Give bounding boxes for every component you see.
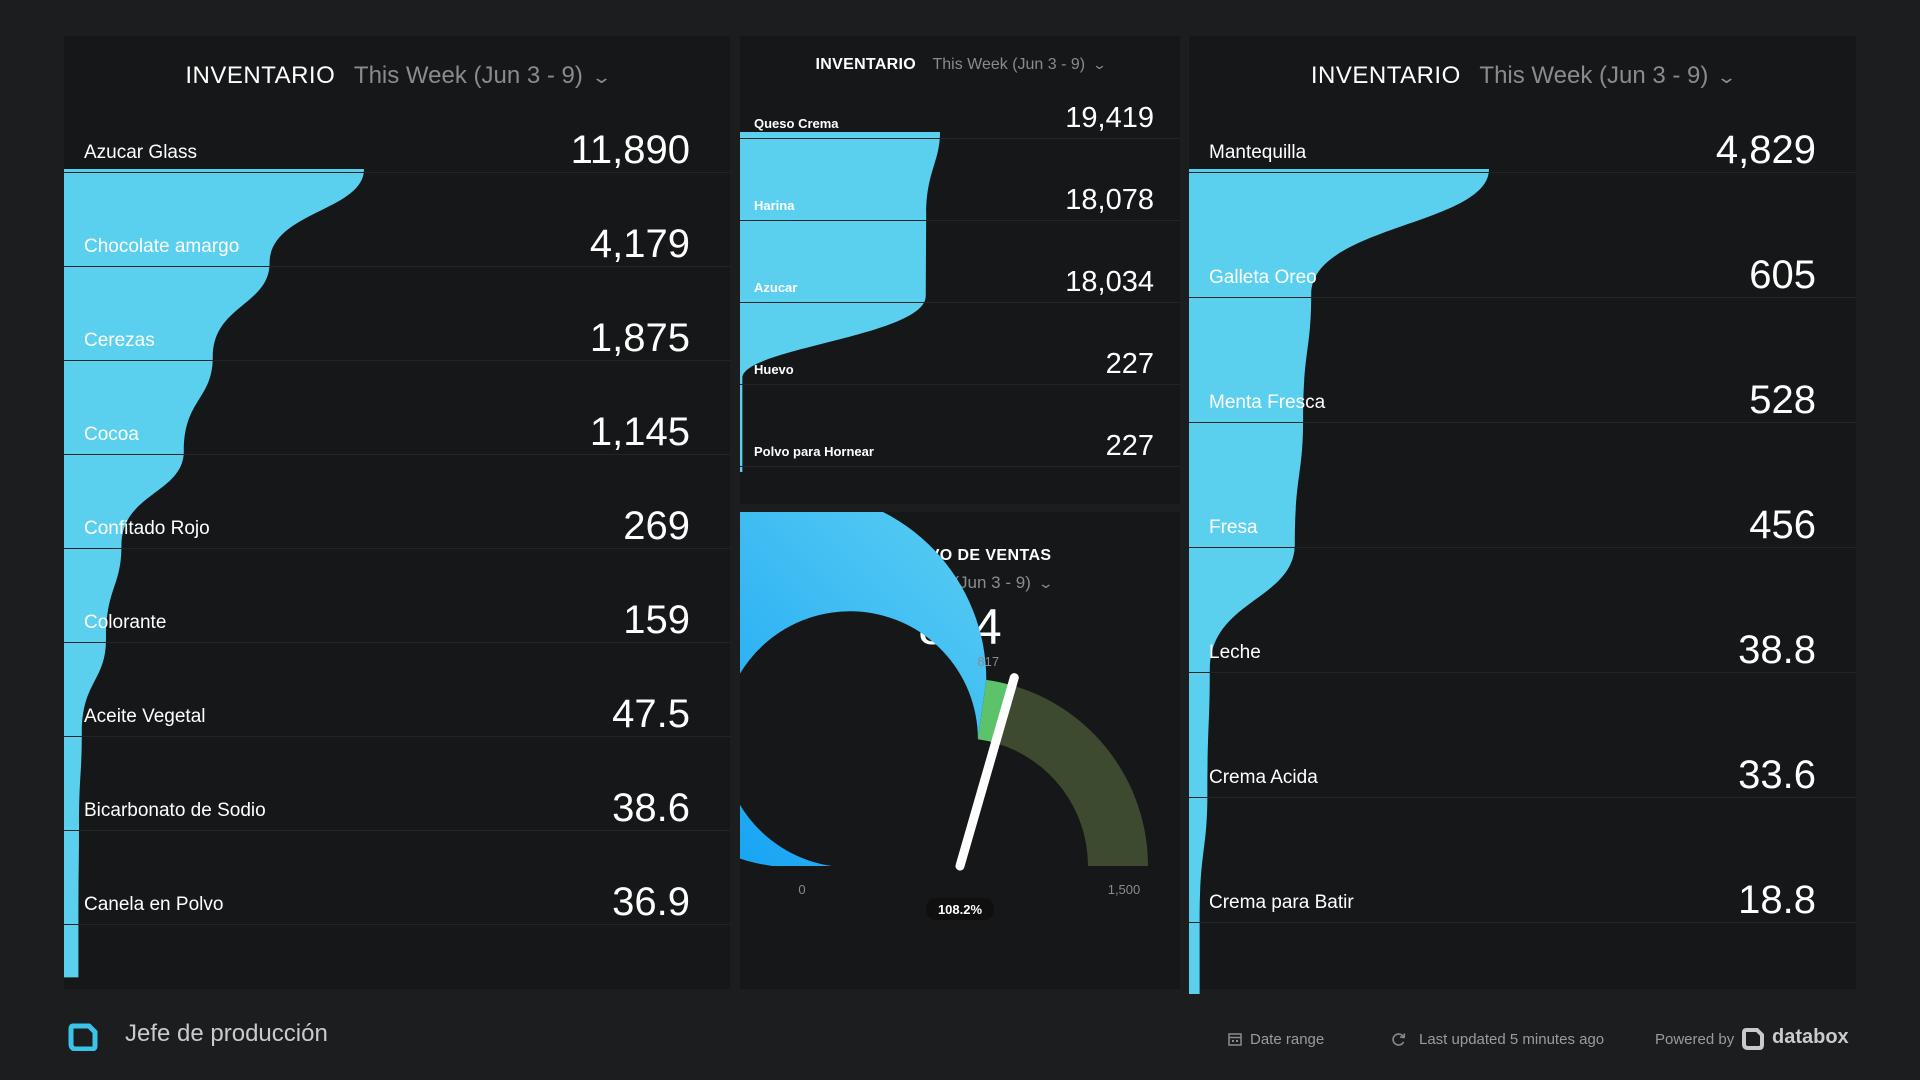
row-divider [1189,172,1856,173]
funnel-row-value: 4,829 [1715,128,1816,172]
funnel-row-value: 605 [1749,253,1816,297]
funnel-row-label: Harina [754,198,795,213]
row-divider [64,548,730,549]
chevron-down-icon: ⌄ [1091,57,1107,72]
funnel-row-label: Cocoa [84,424,139,445]
funnel-row-label: Galleta Oreo [1209,267,1317,288]
funnel-row-label: Aceite Vegetal [84,706,206,727]
row-divider [64,830,730,831]
funnel-row-value: 11,890 [570,128,690,172]
row-divider [64,642,730,643]
calendar-icon [1228,1033,1242,1046]
row-divider [740,138,1180,139]
funnel-row-value: 456 [1749,503,1816,547]
row-divider [740,384,1180,385]
funnel-row-value: 227 [1105,430,1154,462]
dashboard-name: Jefe de producción [125,1020,328,1047]
panel-header: INVENTARIO This Week (Jun 3 - 9) ⌄ [740,56,1180,74]
funnel-row-value: 4,179 [589,222,690,266]
row-divider [1189,797,1856,798]
funnel-row-value: 18.8 [1738,878,1816,922]
gauge-percent-label: 108.2% [938,902,983,917]
funnel-row-value: 19,419 [1065,102,1154,134]
row-divider [1189,547,1856,548]
funnel-row-label: Menta Fresca [1209,392,1326,413]
row-divider [64,924,730,925]
funnel-row-value: 1,145 [589,410,690,454]
date-range-selector[interactable]: This Week (Jun 3 - 9) ⌄ [932,56,1107,73]
date-range-label: This Week (Jun 3 - 9) [1479,62,1709,89]
inventory-panel-left: INVENTARIO This Week (Jun 3 - 9) ⌄ Azuca… [64,36,730,989]
funnel-row-label: Confitado Rojo [84,518,210,539]
panel-title: INVENTARIO [815,56,917,73]
panel-header: INVENTARIO This Week (Jun 3 - 9) ⌄ [1189,62,1856,90]
gauge-arc-remaining [995,685,1148,866]
funnel-row-value: 47.5 [612,692,690,736]
funnel-row-value: 18,034 [1065,266,1154,298]
databox-logo-icon [68,1023,98,1051]
date-range-selector[interactable]: This Week (Jun 3 - 9) ⌄ [353,62,612,89]
funnel-row-label: Huevo [754,362,794,377]
panel-title: INVENTARIO [1310,62,1461,89]
row-divider [740,220,1180,221]
funnel-row-value: 159 [623,598,690,642]
funnel-row-value: 1,875 [589,316,690,360]
funnel-row-label: Fresa [1209,517,1258,538]
row-divider [64,172,730,173]
funnel-row-value: 227 [1105,348,1154,380]
funnel-row-label: Queso Crema [754,116,839,131]
gauge-max-label: 1,500 [1108,882,1141,897]
date-range-text: Date range [1250,1031,1325,1048]
databox-brand-icon [1742,1028,1764,1050]
funnel-row-label: Cerezas [84,330,155,351]
row-divider [64,736,730,737]
funnel-row-value: 38.6 [612,786,690,830]
gauge-min-label: 0 [798,882,805,897]
funnel-row-label: Canela en Polvo [84,894,224,915]
panel-header: INVENTARIO This Week (Jun 3 - 9) ⌄ [64,62,730,90]
row-divider [740,302,1180,303]
row-divider [1189,922,1856,923]
date-range-label: This Week (Jun 3 - 9) [932,56,1086,73]
date-range-selector[interactable]: This Week (Jun 3 - 9) ⌄ [1479,62,1738,89]
row-divider [740,466,1180,467]
funnel-row-value: 18,078 [1065,184,1154,216]
row-divider [1189,422,1856,423]
funnel-row-label: Azucar Glass [84,142,197,163]
sales-goal-panel: OBJETIVO DE VENTAS This Week (Jun 3 - 9)… [740,512,1180,989]
chevron-down-icon: ⌄ [590,67,612,87]
chevron-down-icon: ⌄ [1716,67,1738,87]
funnel-row-value: 36.9 [612,880,690,924]
refresh-icon [1392,1033,1406,1046]
panel-title: INVENTARIO [185,62,336,89]
gauge-target-label: 817 [977,654,999,669]
powered-by-text: Powered by [1655,1031,1735,1048]
inventory-panel-middle: INVENTARIO This Week (Jun 3 - 9) ⌄ Queso… [740,36,1180,504]
inventory-panel-right: INVENTARIO This Week (Jun 3 - 9) ⌄ Mante… [1189,36,1856,994]
funnel-row-value: 33.6 [1738,753,1816,797]
funnel-row-value: 528 [1749,378,1816,422]
funnel-row-label: Azucar [754,280,798,295]
funnel-row-value: 269 [623,504,690,548]
funnel-row-value: 38.8 [1738,628,1816,672]
funnel-row-label: Mantequilla [1209,142,1307,163]
brand-name: databox [1772,1026,1849,1048]
funnel-row-label: Leche [1209,642,1261,663]
date-range-label: This Week (Jun 3 - 9) [353,62,583,89]
row-divider [64,266,730,267]
gauge-arc-value [740,512,987,866]
gauge-chart: 817 0 1,500 108.2% [740,512,1148,920]
last-updated-text: Last updated 5 minutes ago [1419,1031,1605,1048]
funnel-row-label: Chocolate amargo [84,236,240,257]
row-divider [1189,672,1856,673]
funnel-row-label: Colorante [84,612,167,633]
funnel-row-label: Polvo para Hornear [754,444,874,459]
row-divider [64,454,730,455]
funnel-row-label: Crema para Batir [1209,892,1354,913]
funnel-row-label: Bicarbonato de Sodio [84,800,266,821]
row-divider [1189,297,1856,298]
row-divider [64,360,730,361]
funnel-row-label: Crema Acida [1209,767,1318,788]
